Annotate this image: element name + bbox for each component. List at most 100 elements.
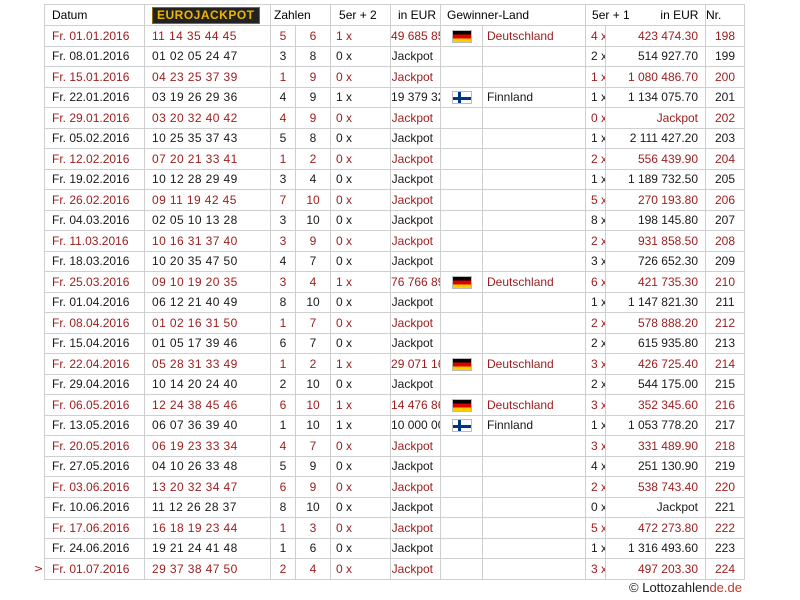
euro-number-1: 6: [270, 332, 296, 354]
tier1-winner-count: 2 x: [585, 332, 607, 354]
table-row: Fr. 19.02.2016 10 12 28 29 49 3 4 0 x Jackpot…: [44, 168, 746, 190]
winner-country: [482, 455, 587, 477]
country-flag: [440, 250, 484, 272]
tier1-prize: 615 935.80: [605, 332, 707, 354]
tier1-winner-count: 3 x: [585, 353, 607, 375]
tier2-prize: 49 685 851.50: [390, 25, 442, 47]
copyright-text: © Lottozahlen: [629, 580, 710, 595]
country-flag: [440, 353, 484, 375]
main-numbers: 05 28 31 33 49: [144, 353, 271, 375]
euro-number-1: 3: [270, 45, 296, 67]
table-row: Fr. 04.03.2016 02 05 10 13 28 3 10 0 x Jackpo…: [44, 209, 746, 231]
euro-number-1: 4: [270, 107, 296, 129]
euro-number-2: 7: [294, 312, 332, 334]
draw-date: Fr. 04.03.2016: [44, 209, 145, 231]
country-flag: [440, 189, 484, 211]
tier2-winner-count: 1 x: [330, 271, 392, 293]
euro-number-1: 4: [270, 86, 296, 108]
tier2-prize: Jackpot: [390, 496, 442, 518]
draw-date: Fr. 29.04.2016: [44, 373, 145, 395]
winner-country: [482, 230, 587, 252]
euro-number-2: 2: [294, 353, 332, 375]
draw-number: 204: [705, 148, 746, 170]
euro-number-1: 1: [270, 148, 296, 170]
euro-number-1: 8: [270, 291, 296, 313]
table-row: Fr. 01.04.2016 06 12 21 40 49 8 10 0 x Jackpo…: [44, 291, 746, 313]
tier2-winner-count: 0 x: [330, 476, 392, 498]
tier1-prize: 421 735.30: [605, 271, 707, 293]
euro-number-1: 3: [270, 168, 296, 190]
draw-number: 201: [705, 86, 746, 108]
draw-date: Fr. 03.06.2016: [44, 476, 145, 498]
tier1-prize: 1 147 821.30: [605, 291, 707, 313]
draw-number: 214: [705, 353, 746, 375]
winner-country: Deutschland: [482, 353, 587, 375]
draw-number: 211: [705, 291, 746, 313]
tier1-prize: 1 134 075.70: [605, 86, 707, 108]
tier2-prize: Jackpot: [390, 127, 442, 149]
header-tier2: 5er + 2: [330, 4, 392, 26]
tier1-prize: 423 474.30: [605, 25, 707, 47]
germany-flag-icon: [451, 275, 472, 289]
tier1-prize: 331 489.90: [605, 435, 707, 457]
tier1-winner-count: 2 x: [585, 312, 607, 334]
draw-date: Fr. 01.04.2016: [44, 291, 145, 313]
euro-number-2: 9: [294, 66, 332, 88]
main-numbers: 04 23 25 37 39: [144, 66, 271, 88]
tier2-winner-count: 0 x: [330, 291, 392, 313]
euro-number-2: 7: [294, 435, 332, 457]
draw-number: 223: [705, 537, 746, 559]
tier1-winner-count: 2 x: [585, 373, 607, 395]
euro-number-2: 10: [294, 394, 332, 416]
country-flag: [440, 66, 484, 88]
draw-number: 222: [705, 517, 746, 539]
draw-date: Fr. 22.01.2016: [44, 86, 145, 108]
main-numbers: 13 20 32 34 47: [144, 476, 271, 498]
country-flag: [440, 414, 484, 436]
tier2-winner-count: 1 x: [330, 86, 392, 108]
country-flag: [440, 45, 484, 67]
tier2-winner-count: 0 x: [330, 127, 392, 149]
draw-date: Fr. 20.05.2016: [44, 435, 145, 457]
tier2-winner-count: 0 x: [330, 517, 392, 539]
euro-number-2: 7: [294, 250, 332, 272]
euro-number-1: 7: [270, 189, 296, 211]
country-flag: [440, 86, 484, 108]
draw-number: 218: [705, 435, 746, 457]
tier1-winner-count: 0 x: [585, 496, 607, 518]
draw-number: 209: [705, 250, 746, 272]
draw-date: Fr. 11.03.2016: [44, 230, 145, 252]
tier2-winner-count: 1 x: [330, 414, 392, 436]
tier1-prize: 198 145.80: [605, 209, 707, 231]
tier1-winner-count: 2 x: [585, 230, 607, 252]
euro-number-2: 10: [294, 189, 332, 211]
euro-number-1: 8: [270, 496, 296, 518]
tier2-prize: Jackpot: [390, 517, 442, 539]
tier1-prize: 352 345.60: [605, 394, 707, 416]
tier2-winner-count: 0 x: [330, 312, 392, 334]
tier2-prize: Jackpot: [390, 230, 442, 252]
euro-number-2: 4: [294, 558, 332, 580]
tier1-prize: 251 130.90: [605, 455, 707, 477]
euro-number-1: 6: [270, 476, 296, 498]
main-numbers: 16 18 19 23 44: [144, 517, 271, 539]
winner-country: [482, 558, 587, 580]
euro-number-1: 5: [270, 25, 296, 47]
euro-number-1: 4: [270, 250, 296, 272]
tier1-prize: 270 193.80: [605, 189, 707, 211]
tier2-winner-count: 0 x: [330, 168, 392, 190]
tier2-prize: 14 476 862.80: [390, 394, 442, 416]
germany-flag-icon: [451, 357, 472, 371]
euro-number-1: 1: [270, 66, 296, 88]
euro-number-1: 5: [270, 127, 296, 149]
tier2-winner-count: 0 x: [330, 373, 392, 395]
tier2-winner-count: 0 x: [330, 189, 392, 211]
tier1-winner-count: 1 x: [585, 291, 607, 313]
winner-country: [482, 209, 587, 231]
table-row: Fr. 12.02.2016 07 20 21 33 41 1 2 0 x Jackpot…: [44, 148, 746, 170]
tier1-winner-count: 2 x: [585, 476, 607, 498]
tier2-winner-count: 0 x: [330, 107, 392, 129]
draw-number: 215: [705, 373, 746, 395]
draw-number: 205: [705, 168, 746, 190]
header-tier1-currency: in EUR: [660, 8, 699, 22]
